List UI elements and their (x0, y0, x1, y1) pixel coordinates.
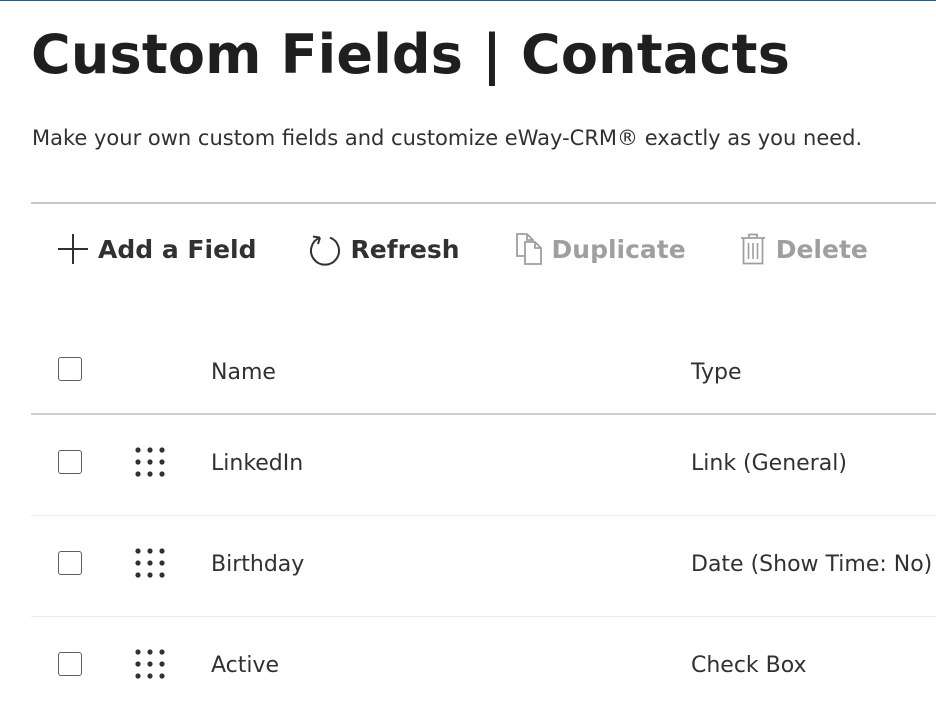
command-bar: Add a Field Refresh Duplicate Delete (56, 227, 920, 271)
refresh-icon (310, 235, 341, 266)
custom-fields-page: Custom Fields | Contacts Make your own c… (0, 0, 936, 702)
row-checkbox[interactable] (58, 450, 82, 474)
refresh-button[interactable]: Refresh (308, 232, 460, 266)
field-name: Active (211, 653, 280, 678)
page-title: Custom Fields | Contacts (31, 23, 791, 86)
field-type: Link (General) (691, 451, 847, 476)
drag-handle-icon[interactable] (134, 446, 166, 478)
select-all-checkbox[interactable] (58, 357, 82, 381)
add-field-button[interactable]: Add a Field (56, 232, 256, 266)
page-subtitle: Make your own custom fields and customiz… (32, 126, 863, 150)
table-row[interactable]: LinkedIn Link (General) (31, 415, 936, 516)
duplicate-button[interactable]: Duplicate (514, 232, 686, 266)
header-divider (31, 202, 936, 204)
field-name: Birthday (211, 552, 305, 577)
row-checkbox[interactable] (58, 652, 82, 676)
row-checkbox[interactable] (58, 551, 82, 575)
delete-label: Delete (775, 234, 868, 264)
field-name: LinkedIn (211, 451, 304, 476)
delete-button[interactable]: Delete (738, 232, 868, 266)
table-row[interactable]: Active Check Box (31, 617, 936, 702)
plus-icon (58, 234, 88, 264)
drag-handle-icon[interactable] (134, 648, 166, 680)
field-type: Check Box (691, 653, 807, 678)
table-row[interactable]: Birthday Date (Show Time: No) (31, 516, 936, 617)
duplicate-icon (515, 233, 542, 265)
trash-icon (740, 233, 765, 265)
column-header-name[interactable]: Name (211, 358, 276, 388)
duplicate-label: Duplicate (551, 234, 686, 264)
table-header-row: Name Type (31, 331, 936, 415)
fields-table: Name Type LinkedIn Link (General) Birthd… (31, 331, 936, 702)
column-header-type[interactable]: Type (691, 358, 742, 388)
field-type: Date (Show Time: No) (691, 552, 933, 577)
refresh-label: Refresh (350, 234, 460, 264)
add-field-label: Add a Field (98, 234, 257, 264)
drag-handle-icon[interactable] (134, 547, 166, 579)
